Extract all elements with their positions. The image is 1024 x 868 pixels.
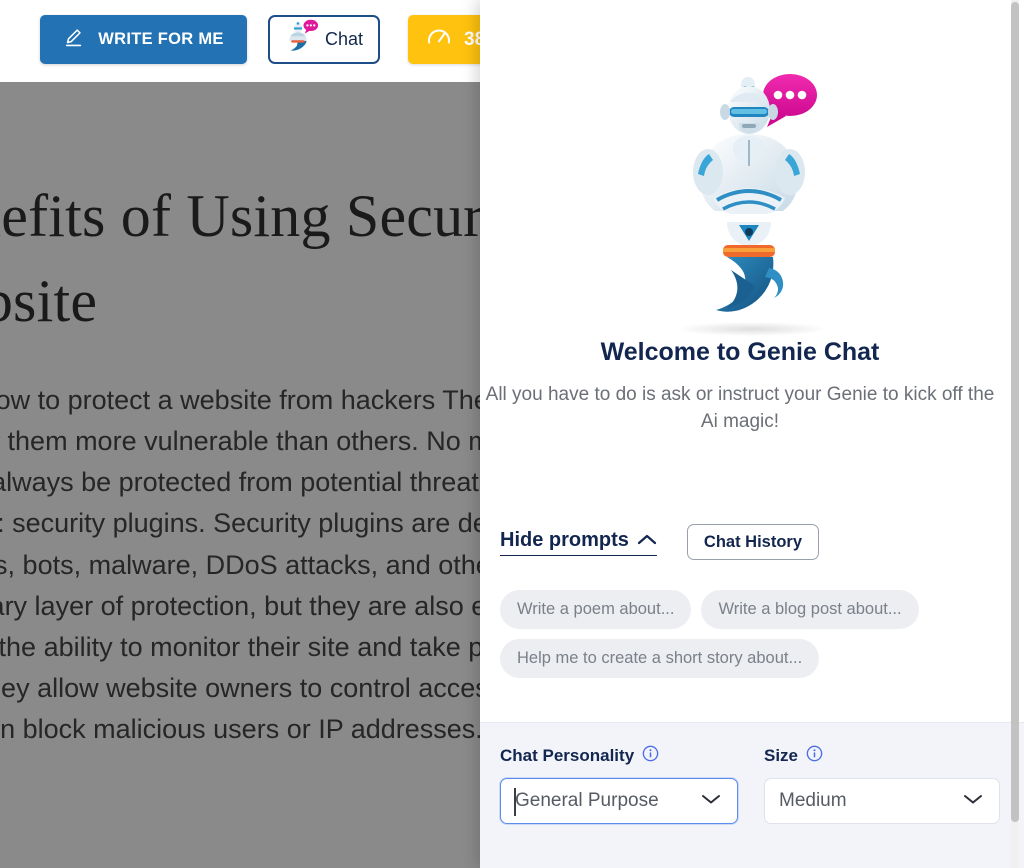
chat-tab-button[interactable]: Chat <box>268 15 380 64</box>
chevron-up-icon <box>637 529 657 552</box>
chat-panel-footer: Chat Personality General Purpose Size Me… <box>480 722 1024 868</box>
size-select[interactable]: Medium <box>764 778 1000 824</box>
mascot-shadow <box>677 322 827 336</box>
size-label-row: Size <box>764 745 1000 767</box>
chat-personality-field: Chat Personality General Purpose <box>500 745 738 868</box>
chat-personality-value: General Purpose <box>515 790 659 811</box>
chat-personality-select[interactable]: General Purpose <box>500 778 738 824</box>
panel-scrollbar-thumb[interactable] <box>1011 2 1019 822</box>
write-for-me-label: WRITE FOR ME <box>98 30 224 48</box>
genie-mascot-illustration <box>657 62 847 322</box>
prompt-suggestion-list: Write a poem about... Write a blog post … <box>500 590 974 678</box>
prompt-chip[interactable]: Write a blog post about... <box>701 590 919 629</box>
size-value: Medium <box>779 790 847 811</box>
size-field: Size Medium <box>764 745 1000 868</box>
chat-history-button[interactable]: Chat History <box>686 524 820 560</box>
chat-tab-label: Chat <box>324 29 364 49</box>
prompt-toolbar: Hide prompts Chat History <box>500 524 1000 560</box>
prompt-chip[interactable]: Write a poem about... <box>500 590 692 629</box>
chevron-down-icon <box>963 792 983 810</box>
pencil-edit-icon <box>63 26 85 53</box>
write-for-me-button[interactable]: WRITE FOR ME <box>40 15 247 64</box>
genie-chat-icon <box>285 19 319 60</box>
size-label: Size <box>764 746 799 765</box>
hide-prompts-label: Hide prompts <box>500 528 629 551</box>
chat-history-label: Chat History <box>703 532 803 551</box>
chat-personality-label-row: Chat Personality <box>500 745 738 767</box>
genie-chat-panel: Welcome to Genie Chat All you have to do… <box>480 0 1024 868</box>
info-icon[interactable] <box>642 745 659 767</box>
info-icon[interactable] <box>806 745 823 767</box>
chat-personality-label: Chat Personality <box>500 746 635 765</box>
chevron-down-icon <box>701 792 721 810</box>
welcome-subtitle: All you have to do is ask or instruct yo… <box>485 384 995 432</box>
hide-prompts-toggle[interactable]: Hide prompts <box>500 529 657 556</box>
gauge-icon <box>426 26 452 53</box>
chat-panel-body: Welcome to Genie Chat All you have to do… <box>480 0 1024 722</box>
text-caret <box>514 788 516 816</box>
prompt-chip[interactable]: Help me to create a short story about... <box>500 639 820 678</box>
welcome-title: Welcome to Genie Chat <box>600 338 880 366</box>
